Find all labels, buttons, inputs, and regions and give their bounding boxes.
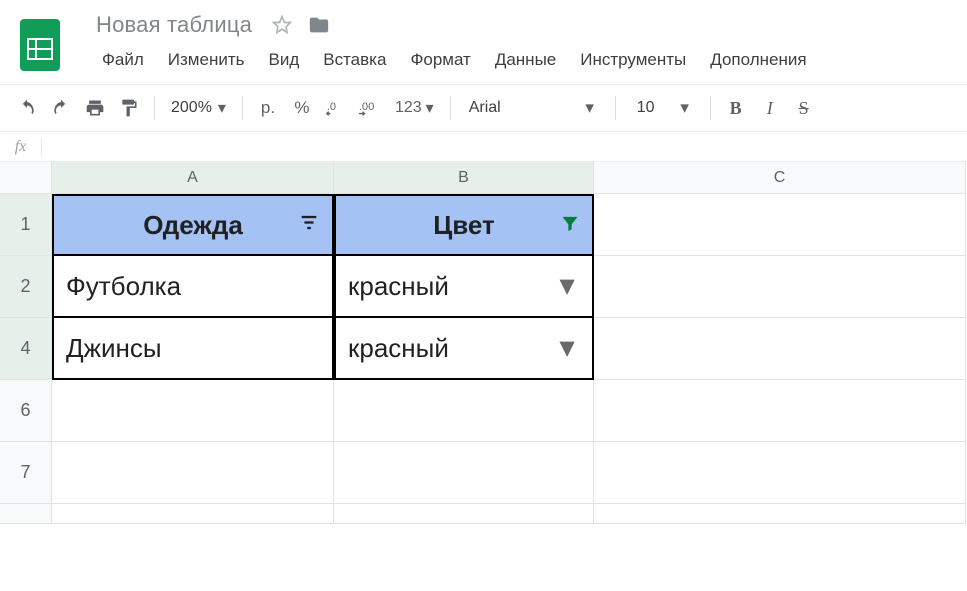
- toolbar: 200% ▾ р. % .0 .00 123 ▾ Arial ▾ 10 ▾ B …: [0, 84, 967, 132]
- separator: [615, 96, 616, 120]
- dropdown-icon[interactable]: ▼: [554, 333, 580, 364]
- menu-view[interactable]: Вид: [258, 46, 309, 74]
- separator: [450, 96, 451, 120]
- folder-icon[interactable]: [308, 14, 330, 36]
- menu-addons[interactable]: Дополнения: [700, 46, 816, 74]
- italic-button[interactable]: I: [755, 93, 785, 123]
- row-header[interactable]: 4: [0, 318, 52, 380]
- cell-empty[interactable]: [594, 256, 966, 318]
- column-header-B[interactable]: B: [334, 162, 594, 194]
- formula-input[interactable]: [42, 132, 967, 161]
- filter-funnel-icon[interactable]: [560, 210, 580, 241]
- bold-button[interactable]: B: [721, 93, 751, 123]
- column-header-A[interactable]: A: [52, 162, 334, 194]
- menu-edit[interactable]: Изменить: [158, 46, 255, 74]
- svg-text:.0: .0: [327, 101, 336, 113]
- font-family-dropdown[interactable]: Arial: [461, 99, 571, 117]
- doc-meta: Новая таблица Файл Изменить Вид Вставка …: [92, 8, 817, 74]
- cell-empty[interactable]: [594, 504, 966, 524]
- increase-decimal-button[interactable]: .00: [355, 93, 385, 123]
- cell-empty[interactable]: [52, 380, 334, 442]
- table-row-empty: [0, 504, 967, 524]
- cell-empty[interactable]: [334, 504, 594, 524]
- zoom-value: 200%: [171, 99, 212, 117]
- cell-text: красный: [348, 333, 449, 364]
- table-row: 4 Джинсы красный ▼: [0, 318, 967, 380]
- separator: [154, 96, 155, 120]
- row-header[interactable]: 7: [0, 442, 52, 504]
- cell-empty[interactable]: [334, 442, 594, 504]
- chevron-down-icon[interactable]: ▾: [575, 93, 605, 123]
- cell-text: Одежда: [143, 210, 243, 241]
- paint-format-button[interactable]: [114, 93, 144, 123]
- cell-empty[interactable]: [594, 380, 966, 442]
- number-format-dropdown[interactable]: 123 ▾: [389, 98, 440, 118]
- menu-insert[interactable]: Вставка: [313, 46, 396, 74]
- table-row-empty: 6: [0, 380, 967, 442]
- row-header[interactable]: [0, 504, 52, 524]
- menu-bar: Файл Изменить Вид Вставка Формат Данные …: [92, 46, 817, 74]
- filter-lines-icon[interactable]: [298, 210, 320, 241]
- column-headers: A B C: [0, 162, 967, 194]
- decrease-decimal-button[interactable]: .0: [321, 93, 351, 123]
- separator: [710, 96, 711, 120]
- header-cell-tsvet[interactable]: Цвет: [334, 194, 594, 256]
- header-area: Новая таблица Файл Изменить Вид Вставка …: [0, 0, 967, 76]
- formula-bar: fx: [0, 132, 967, 162]
- zoom-dropdown[interactable]: 200% ▾: [165, 98, 232, 118]
- menu-data[interactable]: Данные: [485, 46, 566, 74]
- chevron-down-icon: ▾: [218, 98, 226, 118]
- table-row: 2 Футболка красный ▼: [0, 256, 967, 318]
- number-format-label: 123: [395, 99, 422, 117]
- cell-text: Джинсы: [66, 333, 162, 364]
- cell[interactable]: Джинсы: [52, 318, 334, 380]
- row-header[interactable]: 1: [0, 194, 52, 256]
- undo-button[interactable]: [12, 93, 42, 123]
- menu-format[interactable]: Формат: [400, 46, 480, 74]
- fx-label: fx: [0, 138, 42, 156]
- chevron-down-icon: ▾: [426, 98, 434, 118]
- cell-empty[interactable]: [334, 380, 594, 442]
- cell[interactable]: Футболка: [52, 256, 334, 318]
- column-header-C[interactable]: C: [594, 162, 966, 194]
- svg-text:.00: .00: [359, 101, 374, 113]
- star-icon[interactable]: [272, 15, 292, 35]
- print-button[interactable]: [80, 93, 110, 123]
- cell-text: Цвет: [433, 210, 494, 241]
- cell-empty[interactable]: [52, 504, 334, 524]
- cell-empty[interactable]: [594, 442, 966, 504]
- cell-text: красный: [348, 271, 449, 302]
- menu-file[interactable]: Файл: [92, 46, 154, 74]
- app-logo[interactable]: [16, 14, 64, 76]
- font-size-dropdown[interactable]: 10: [626, 99, 666, 117]
- dropdown-icon[interactable]: ▼: [554, 271, 580, 302]
- spreadsheet-grid: A B C 1 Одежда Цвет 2 Футболка красный ▼: [0, 162, 967, 524]
- percent-button[interactable]: %: [287, 93, 317, 123]
- cell-text: Футболка: [66, 271, 181, 302]
- strikethrough-button[interactable]: S: [789, 93, 819, 123]
- separator: [242, 96, 243, 120]
- menu-tools[interactable]: Инструменты: [570, 46, 696, 74]
- currency-button[interactable]: р.: [253, 93, 283, 123]
- select-all-corner[interactable]: [0, 162, 52, 194]
- table-row-empty: 7: [0, 442, 967, 504]
- row-header[interactable]: 6: [0, 380, 52, 442]
- cell[interactable]: красный ▼: [334, 318, 594, 380]
- doc-title[interactable]: Новая таблица: [92, 10, 256, 40]
- row-header[interactable]: 2: [0, 256, 52, 318]
- cell-empty[interactable]: [594, 318, 966, 380]
- redo-button[interactable]: [46, 93, 76, 123]
- cell-empty[interactable]: [52, 442, 334, 504]
- table-header-row: 1 Одежда Цвет: [0, 194, 967, 256]
- cell[interactable]: красный ▼: [334, 256, 594, 318]
- header-cell-odezhda[interactable]: Одежда: [52, 194, 334, 256]
- chevron-down-icon[interactable]: ▾: [670, 93, 700, 123]
- cell-empty[interactable]: [594, 194, 966, 256]
